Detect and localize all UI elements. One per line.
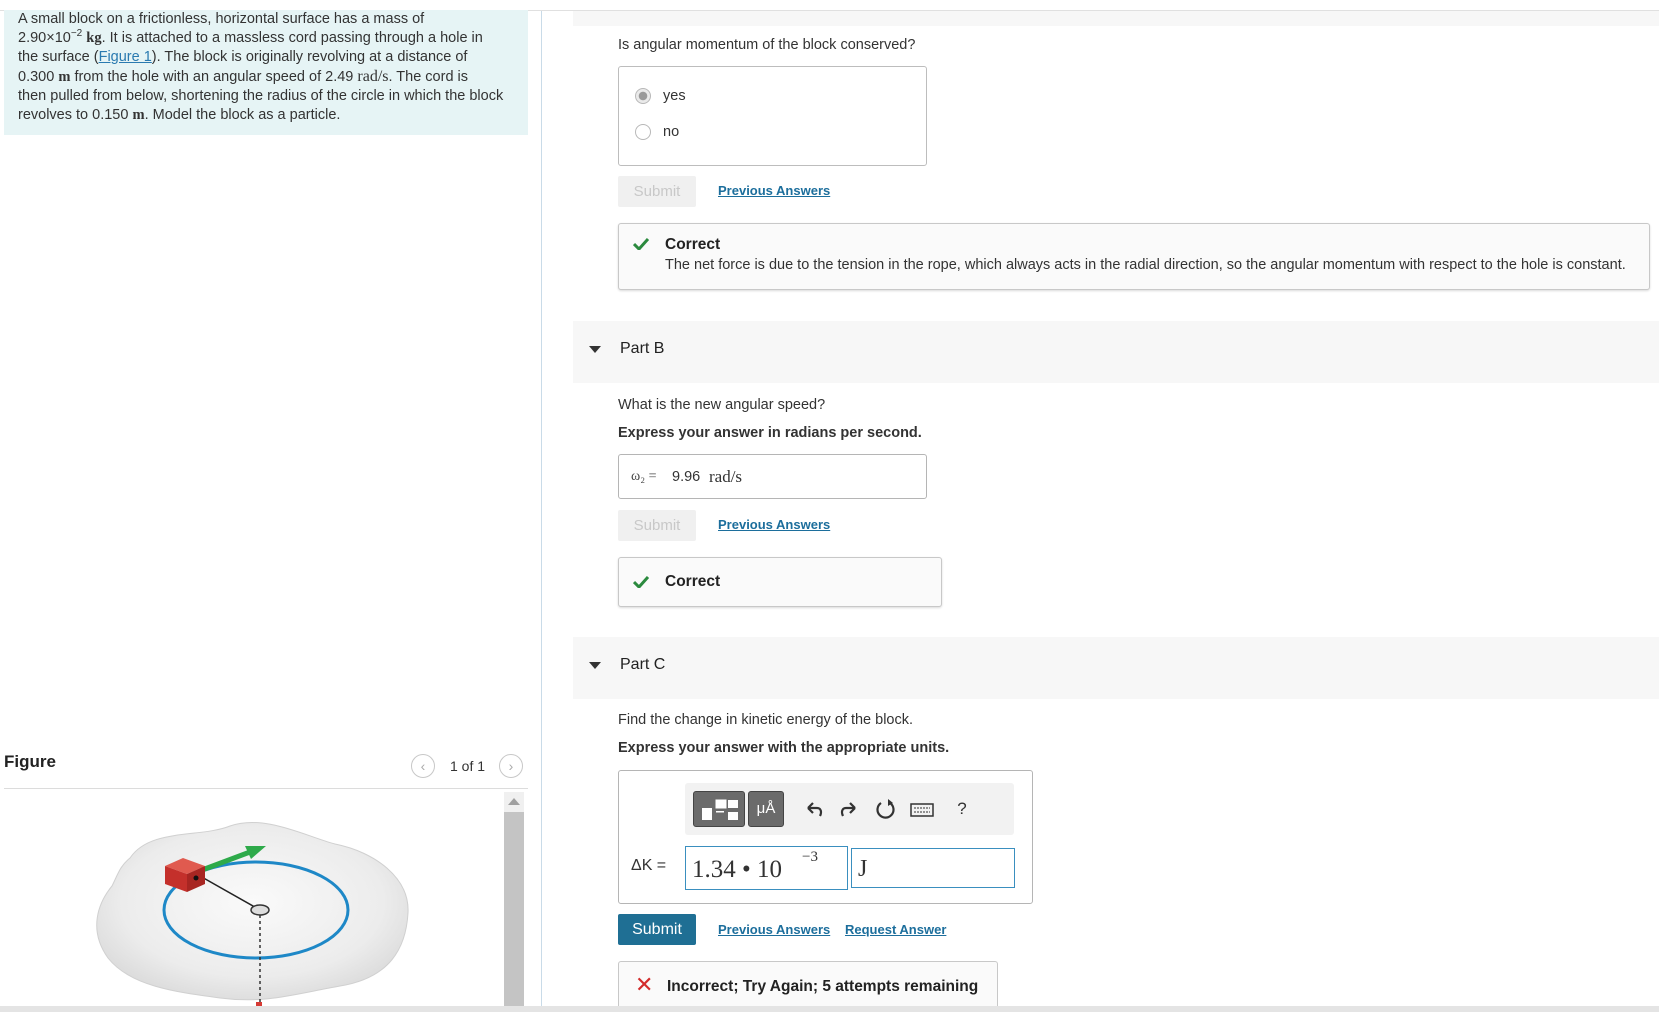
- keyboard-icon[interactable]: [907, 791, 937, 827]
- problem-statement: A small block on a frictionless, horizon…: [4, 10, 528, 135]
- part-c-instruction: Express your answer with the appropriate…: [618, 740, 950, 756]
- part-b-header[interactable]: Part B: [573, 321, 1659, 383]
- part-b-instruction: Express your answer in radians per secon…: [618, 425, 922, 441]
- problem-line-5: then pulled from below, shortening the r…: [18, 88, 504, 104]
- problem-line-1: A small block on a frictionless, horizon…: [18, 11, 425, 27]
- part-c-header[interactable]: Part C: [573, 637, 1659, 699]
- request-answer-link[interactable]: Request Answer: [845, 922, 946, 937]
- delta-k-unit-input[interactable]: J: [851, 848, 1015, 888]
- figure-image: [96, 822, 409, 1008]
- collapse-triangle-icon[interactable]: [589, 346, 601, 353]
- part-c-previous-answers-link[interactable]: Previous Answers: [718, 922, 830, 937]
- incorrect-x-icon: ✕: [635, 972, 654, 997]
- figure-divider: [4, 788, 528, 789]
- reset-icon[interactable]: [870, 791, 900, 827]
- figure-link[interactable]: Figure 1: [99, 49, 152, 65]
- chevron-right-icon[interactable]: ›: [499, 754, 523, 778]
- part-c-answer-editor: μÅ ? ΔK = 1.34 • 10 −3 J: [618, 770, 1033, 904]
- problem-line-3: the surface (Figure 1). The block is ori…: [18, 49, 468, 65]
- problem-line-4: 0.300 m from the hole with an angular sp…: [18, 68, 469, 85]
- delta-k-value-input[interactable]: 1.34 • 10 −3: [685, 846, 848, 890]
- bottom-bar: [0, 1006, 1659, 1012]
- check-icon: [633, 576, 649, 588]
- templates-icon[interactable]: [693, 791, 745, 827]
- part-a-question: Is angular momentum of the block conserv…: [618, 37, 916, 53]
- part-a-header: [573, 11, 1659, 26]
- check-icon: [633, 238, 649, 250]
- undo-icon[interactable]: [799, 791, 829, 827]
- part-a-submit-button[interactable]: Submit: [618, 176, 696, 207]
- redo-icon[interactable]: [834, 791, 864, 827]
- units-button[interactable]: μÅ: [748, 791, 784, 827]
- hole: [250, 904, 270, 916]
- radio-no[interactable]: [635, 124, 651, 140]
- column-divider: [541, 11, 542, 1011]
- part-c-question: Find the change in kinetic energy of the…: [618, 712, 914, 728]
- part-c-feedback: ✕ Incorrect; Try Again; 5 attempts remai…: [618, 961, 998, 1011]
- radio-yes[interactable]: [635, 88, 651, 104]
- figure-pager: 1 of 1: [450, 758, 486, 774]
- chevron-left-icon[interactable]: ‹: [411, 754, 435, 778]
- part-b-question: What is the new angular speed?: [618, 397, 826, 413]
- problem-line-6: revolves to 0.150 m. Model the block as …: [18, 107, 341, 123]
- part-a-previous-answers-link[interactable]: Previous Answers: [718, 183, 830, 198]
- figure-title: Figure: [4, 752, 56, 771]
- part-b-feedback: Correct: [618, 557, 942, 607]
- problem-line-2: 2.90×10−2 kg. It is attached to a massle…: [18, 28, 483, 47]
- math-toolbar: μÅ ?: [685, 783, 1014, 835]
- part-c-submit-button[interactable]: Submit: [618, 914, 696, 945]
- part-b-submit-button[interactable]: Submit: [618, 510, 696, 541]
- scroll-up-icon[interactable]: [504, 792, 524, 812]
- delta-k-label: ΔK =: [631, 857, 667, 874]
- help-button[interactable]: ?: [947, 791, 977, 827]
- figure-scrollbar[interactable]: [504, 792, 524, 1008]
- part-b-previous-answers-link[interactable]: Previous Answers: [718, 517, 830, 532]
- collapse-triangle-icon[interactable]: [589, 662, 601, 669]
- part-a-feedback: Correct The net force is due to the tens…: [618, 223, 1650, 290]
- part-a-options: yes no: [618, 66, 927, 166]
- part-b-answer-box: ω₂ = 9.96 rad/s: [618, 454, 927, 499]
